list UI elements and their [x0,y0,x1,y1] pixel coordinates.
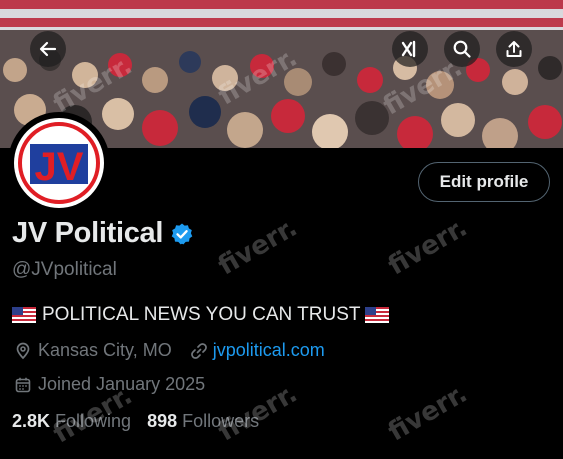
location-pin-icon [16,342,30,359]
profile-avatar[interactable]: JV [8,112,110,214]
follow-stats: 2.8K Following 898 Followers [12,411,259,432]
watermark: fiverr. [383,212,473,282]
calendar-icon [15,377,31,392]
share-button[interactable] [496,31,532,67]
grok-button[interactable] [392,31,428,67]
location-link-row: Kansas City, MO jvpolitical.com [14,340,325,361]
verified-badge-icon[interactable] [170,222,194,246]
following-link[interactable]: 2.8K Following [12,411,131,432]
watermark: fiverr. [383,378,473,448]
followers-count: 898 [147,411,178,431]
followers-link[interactable]: 898 Followers [147,411,259,432]
watermark: fiverr. [213,212,303,282]
location-text: Kansas City, MO [38,340,172,360]
search-icon [453,40,471,58]
website-link[interactable]: jvpolitical.com [213,340,325,361]
followers-label: Followers [182,411,260,431]
profile-handle: @JVpolitical [12,259,117,280]
display-name: JV Political [12,217,164,249]
share-icon [506,41,522,57]
bio-text: POLITICAL NEWS YOU CAN TRUST [42,304,361,325]
avatar-logo: JV [14,118,104,208]
name-row: JV Political [12,217,194,250]
us-flag-icon [365,307,390,323]
back-button[interactable] [30,31,66,67]
edit-profile-button[interactable]: Edit profile [418,162,550,202]
profile-bio: POLITICAL NEWS YOU CAN TRUST [12,304,390,326]
following-label: Following [55,411,132,431]
search-button[interactable] [444,31,480,67]
link-icon [190,342,207,359]
joined-row: Joined January 2025 [14,374,205,395]
svg-text:JV: JV [35,145,84,189]
jv-logo-icon: JV [18,122,100,204]
following-count: 2.8K [12,411,51,431]
grok-icon [401,40,416,58]
joined-text: Joined January 2025 [38,374,206,394]
arrow-left-icon [39,41,57,57]
us-flag-icon [12,307,36,323]
